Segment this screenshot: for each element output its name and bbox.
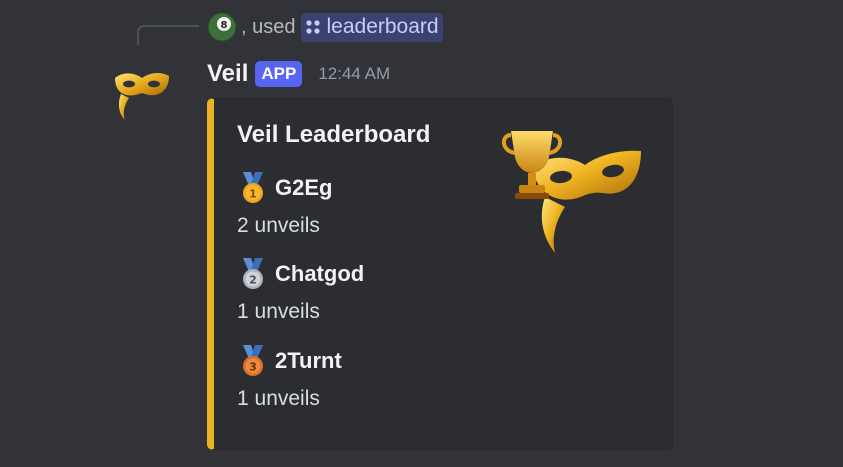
entry-name: 2Turnt (275, 348, 342, 373)
timestamp[interactable]: 12:44 AM (318, 64, 390, 84)
chat-area: 8 , used leaderboard Veil APP 12:44 AM V… (0, 0, 843, 467)
command-mention[interactable]: leaderboard (301, 12, 443, 42)
leaderboard-embed: Veil Leaderboard 1 G2Eg 2 unveils 2 Chat… (207, 98, 673, 450)
reply-connector (137, 25, 199, 45)
app-badge: APP (255, 61, 303, 87)
entry-count: 2 unveils (237, 214, 320, 237)
username[interactable]: Veil (207, 60, 248, 88)
message-header: Veil APP 12:44 AM (207, 57, 390, 91)
reply-used-label: , used (241, 15, 296, 38)
embed-title: Veil Leaderboard (237, 121, 431, 148)
leaderboard-entry: 2 Chatgod 1 unveils (237, 257, 497, 324)
entry-name: Chatgod (275, 261, 365, 286)
eight-ball-avatar-icon[interactable]: 8 (207, 12, 237, 42)
svg-text:2: 2 (249, 274, 257, 287)
leaderboard-entry: 1 G2Eg 2 unveils (237, 171, 497, 238)
slash-command-icon (306, 19, 321, 34)
svg-text:3: 3 (249, 361, 257, 374)
command-name: leaderboard (326, 14, 439, 38)
third-place-medal-icon: 3 (243, 345, 263, 376)
svg-text:1: 1 (249, 188, 257, 201)
entry-count: 1 unveils (237, 300, 320, 323)
leaderboard-entry: 3 2Turnt 1 unveils (237, 344, 497, 411)
entry-name: G2Eg (275, 175, 333, 200)
trophy-mask-thumbnail-icon[interactable] (499, 123, 644, 258)
reply-context[interactable]: 8 , used leaderboard (207, 10, 443, 44)
mask-avatar-icon[interactable] (111, 64, 173, 126)
svg-text:8: 8 (221, 20, 228, 31)
first-place-medal-icon: 1 (243, 172, 263, 203)
second-place-medal-icon: 2 (243, 258, 263, 289)
entry-count: 1 unveils (237, 387, 320, 410)
